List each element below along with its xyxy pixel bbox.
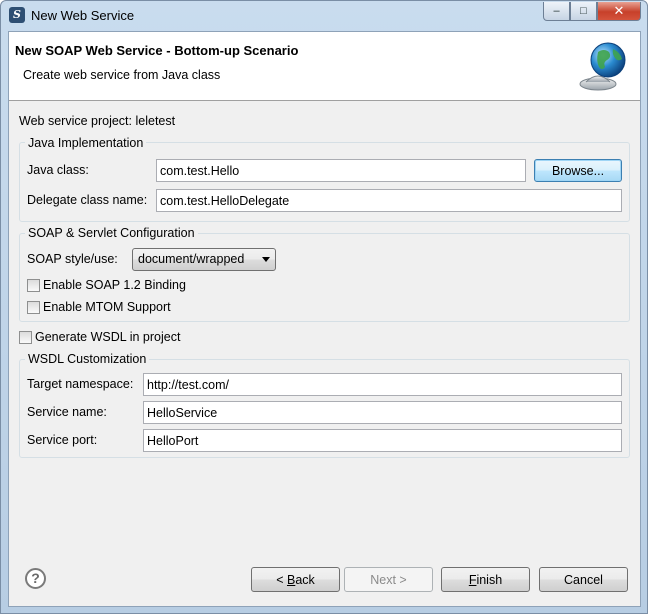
service-port-label: Service port:	[27, 433, 98, 447]
dialog-client-area: New SOAP Web Service - Bottom-up Scenari…	[8, 31, 641, 607]
window-title: New Web Service	[31, 8, 135, 23]
enable-mtom-checkbox[interactable]	[27, 301, 40, 314]
cancel-button-label: Cancel	[564, 572, 603, 587]
generate-wsdl-checkbox[interactable]	[19, 331, 32, 344]
eclipse-s-icon: S	[9, 7, 25, 23]
title-bar[interactable]: S New Web Service ‒ □ ✕	[1, 1, 647, 31]
globe-service-icon	[579, 42, 626, 91]
target-namespace-label: Target namespace:	[27, 377, 134, 391]
browse-button[interactable]: Browse...	[534, 159, 622, 182]
next-button-label: Next >	[370, 572, 407, 587]
back-rest: ack	[295, 572, 315, 587]
next-button[interactable]: Next >	[344, 567, 433, 592]
service-port-input[interactable]	[143, 429, 622, 452]
wizard-title: New SOAP Web Service - Bottom-up Scenari…	[15, 43, 299, 58]
finish-mnemonic: F	[468, 572, 477, 587]
back-mnemonic: B	[286, 572, 296, 587]
wsdl-customization-title: WSDL Customization	[25, 352, 150, 366]
maximize-button[interactable]: □	[570, 2, 597, 21]
enable-soap12-checkbox[interactable]	[27, 279, 40, 292]
soap-style-value: document/wrapped	[138, 252, 245, 266]
dialog-window: S New Web Service ‒ □ ✕ New SOAP Web Ser…	[0, 0, 648, 614]
web-service-project-label: Web service project: leletest	[19, 114, 176, 128]
window-controls: ‒ □ ✕	[543, 2, 641, 21]
delegate-class-input[interactable]	[156, 189, 622, 212]
soap-style-label: SOAP style/use:	[27, 252, 118, 266]
help-icon[interactable]: ?	[25, 568, 46, 589]
back-button[interactable]: < Back	[251, 567, 340, 592]
finish-button[interactable]: Finish	[441, 567, 530, 592]
close-button[interactable]: ✕	[597, 2, 641, 21]
java-class-input[interactable]	[156, 159, 526, 182]
cancel-button[interactable]: Cancel	[539, 567, 628, 592]
java-class-label: Java class:	[27, 163, 89, 177]
enable-soap12-label: Enable SOAP 1.2 Binding	[43, 278, 186, 292]
service-name-label: Service name:	[27, 405, 107, 419]
close-icon: ✕	[613, 3, 625, 18]
browse-button-label: Browse...	[551, 163, 605, 178]
service-name-input[interactable]	[143, 401, 622, 424]
wizard-description: Create web service from Java class	[23, 68, 221, 82]
minimize-button[interactable]: ‒	[543, 2, 570, 21]
generate-wsdl-label: Generate WSDL in project	[35, 330, 181, 344]
wizard-banner: New SOAP Web Service - Bottom-up Scenari…	[9, 32, 640, 101]
chevron-down-icon	[262, 257, 270, 262]
soap-servlet-config-title: SOAP & Servlet Configuration	[25, 226, 198, 240]
java-implementation-title: Java Implementation	[25, 136, 147, 150]
maximize-icon: □	[580, 5, 587, 17]
minimize-icon: ‒	[553, 5, 560, 17]
delegate-class-label: Delegate class name:	[27, 193, 148, 207]
enable-mtom-label: Enable MTOM Support	[43, 300, 171, 314]
target-namespace-input[interactable]	[143, 373, 622, 396]
back-prefix: <	[276, 572, 287, 587]
finish-rest: inish	[476, 572, 503, 587]
soap-style-select[interactable]: document/wrapped	[132, 248, 276, 271]
